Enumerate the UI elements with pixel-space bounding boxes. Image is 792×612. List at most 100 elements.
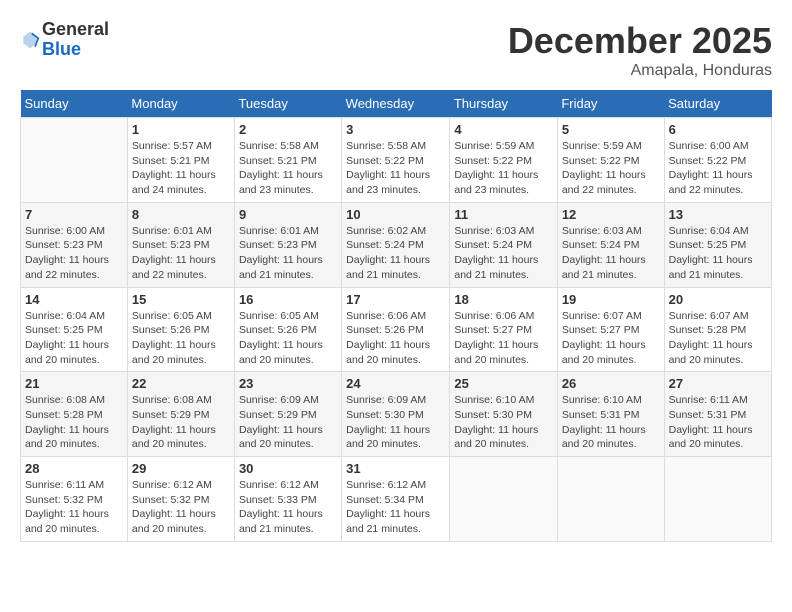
day-header-sunday: Sunday	[21, 90, 128, 118]
month-title: December 2025	[508, 20, 772, 62]
day-number: 4	[454, 122, 552, 137]
calendar-cell: 3 Sunrise: 5:58 AMSunset: 5:22 PMDaylight…	[342, 118, 450, 203]
logo-blue: Blue	[42, 40, 109, 60]
day-info: Sunrise: 6:08 AMSunset: 5:29 PMDaylight:…	[132, 393, 230, 452]
calendar-cell: 20 Sunrise: 6:07 AMSunset: 5:28 PMDayligh…	[664, 287, 771, 372]
calendar-cell: 13Sunrise: 6:04 AMSunset: 5:25 PMDayligh…	[664, 202, 771, 287]
calendar-cell: 17Sunrise: 6:06 AMSunset: 5:26 PMDayligh…	[342, 287, 450, 372]
day-info: Sunrise: 6:07 AMSunset: 5:28 PMDaylight:…	[669, 309, 767, 368]
calendar-cell: 6Sunrise: 6:00 AMSunset: 5:22 PMDaylight…	[664, 118, 771, 203]
calendar-cell	[21, 118, 128, 203]
day-info: Sunrise: 6:04 AMSunset: 5:25 PMDaylight:…	[669, 224, 767, 283]
calendar-cell: 31 Sunrise: 6:12 AMSunset: 5:34 PMDayligh…	[342, 457, 450, 542]
calendar-cell: 19 Sunrise: 6:07 AMSunset: 5:27 PMDayligh…	[557, 287, 664, 372]
calendar-cell: 16Sunrise: 6:05 AMSunset: 5:26 PMDayligh…	[234, 287, 341, 372]
day-header-saturday: Saturday	[664, 90, 771, 118]
day-info: Sunrise: 6:12 AMSunset: 5:34 PMDaylight:…	[346, 478, 445, 537]
calendar-cell: 21 Sunrise: 6:08 AMSunset: 5:28 PMDayligh…	[21, 372, 128, 457]
day-number: 29	[132, 461, 230, 476]
day-number: 3	[346, 122, 445, 137]
calendar-cell: 14Sunrise: 6:04 AMSunset: 5:25 PMDayligh…	[21, 287, 128, 372]
calendar-week-1: 7 Sunrise: 6:00 AMSunset: 5:23 PMDaylight…	[21, 202, 772, 287]
day-number: 7	[25, 207, 123, 222]
day-info: Sunrise: 6:10 AMSunset: 5:31 PMDaylight:…	[562, 393, 660, 452]
day-header-thursday: Thursday	[450, 90, 557, 118]
day-number: 25	[454, 376, 552, 391]
day-info: Sunrise: 5:58 AMSunset: 5:21 PMDaylight:…	[239, 139, 337, 198]
title-block: December 2025 Amapala, Honduras	[508, 20, 772, 80]
calendar-cell	[557, 457, 664, 542]
day-number: 31	[346, 461, 445, 476]
day-header-monday: Monday	[127, 90, 234, 118]
day-header-friday: Friday	[557, 90, 664, 118]
calendar-cell: 27Sunrise: 6:11 AMSunset: 5:31 PMDayligh…	[664, 372, 771, 457]
day-info: Sunrise: 6:06 AMSunset: 5:27 PMDaylight:…	[454, 309, 552, 368]
day-number: 28	[25, 461, 123, 476]
calendar-cell	[450, 457, 557, 542]
day-number: 5	[562, 122, 660, 137]
day-info: Sunrise: 6:05 AMSunset: 5:26 PMDaylight:…	[132, 309, 230, 368]
day-number: 2	[239, 122, 337, 137]
calendar-cell: 29 Sunrise: 6:12 AMSunset: 5:32 PMDayligh…	[127, 457, 234, 542]
logo-general: General	[42, 20, 109, 40]
calendar-cell: 5Sunrise: 5:59 AMSunset: 5:22 PMDaylight…	[557, 118, 664, 203]
calendar-cell: 30 Sunrise: 6:12 AMSunset: 5:33 PMDayligh…	[234, 457, 341, 542]
day-number: 19	[562, 292, 660, 307]
day-number: 15	[132, 292, 230, 307]
day-info: Sunrise: 6:12 AMSunset: 5:33 PMDaylight:…	[239, 478, 337, 537]
calendar-cell: 12 Sunrise: 6:03 AMSunset: 5:24 PMDayligh…	[557, 202, 664, 287]
day-info: Sunrise: 6:09 AMSunset: 5:30 PMDaylight:…	[346, 393, 445, 452]
day-info: Sunrise: 6:11 AMSunset: 5:31 PMDaylight:…	[669, 393, 767, 452]
day-info: Sunrise: 6:07 AMSunset: 5:27 PMDaylight:…	[562, 309, 660, 368]
calendar-cell: 15 Sunrise: 6:05 AMSunset: 5:26 PMDayligh…	[127, 287, 234, 372]
calendar-cell: 10Sunrise: 6:02 AMSunset: 5:24 PMDayligh…	[342, 202, 450, 287]
day-info: Sunrise: 6:10 AMSunset: 5:30 PMDaylight:…	[454, 393, 552, 452]
day-number: 11	[454, 207, 552, 222]
calendar-cell: 2 Sunrise: 5:58 AMSunset: 5:21 PMDaylight…	[234, 118, 341, 203]
day-number: 14	[25, 292, 123, 307]
calendar-cell: 1Sunrise: 5:57 AMSunset: 5:21 PMDaylight…	[127, 118, 234, 203]
logo-icon	[20, 30, 40, 50]
day-header-tuesday: Tuesday	[234, 90, 341, 118]
calendar-header-row: SundayMondayTuesdayWednesdayThursdayFrid…	[21, 90, 772, 118]
calendar-week-2: 14Sunrise: 6:04 AMSunset: 5:25 PMDayligh…	[21, 287, 772, 372]
day-info: Sunrise: 6:08 AMSunset: 5:28 PMDaylight:…	[25, 393, 123, 452]
day-number: 20	[669, 292, 767, 307]
day-info: Sunrise: 6:00 AMSunset: 5:23 PMDaylight:…	[25, 224, 123, 283]
calendar-cell: 23Sunrise: 6:09 AMSunset: 5:29 PMDayligh…	[234, 372, 341, 457]
calendar-cell: 18 Sunrise: 6:06 AMSunset: 5:27 PMDayligh…	[450, 287, 557, 372]
day-number: 12	[562, 207, 660, 222]
day-number: 24	[346, 376, 445, 391]
calendar-cell: 28Sunrise: 6:11 AMSunset: 5:32 PMDayligh…	[21, 457, 128, 542]
calendar-week-3: 21 Sunrise: 6:08 AMSunset: 5:28 PMDayligh…	[21, 372, 772, 457]
day-info: Sunrise: 5:58 AMSunset: 5:22 PMDaylight:…	[346, 139, 445, 198]
day-info: Sunrise: 6:03 AMSunset: 5:24 PMDaylight:…	[562, 224, 660, 283]
calendar-cell: 7 Sunrise: 6:00 AMSunset: 5:23 PMDaylight…	[21, 202, 128, 287]
calendar-cell: 26 Sunrise: 6:10 AMSunset: 5:31 PMDayligh…	[557, 372, 664, 457]
day-info: Sunrise: 6:01 AMSunset: 5:23 PMDaylight:…	[239, 224, 337, 283]
calendar-cell: 9 Sunrise: 6:01 AMSunset: 5:23 PMDaylight…	[234, 202, 341, 287]
logo: General Blue	[20, 20, 109, 60]
calendar-cell: 8Sunrise: 6:01 AMSunset: 5:23 PMDaylight…	[127, 202, 234, 287]
day-info: Sunrise: 5:59 AMSunset: 5:22 PMDaylight:…	[454, 139, 552, 198]
day-number: 18	[454, 292, 552, 307]
calendar-week-0: 1Sunrise: 5:57 AMSunset: 5:21 PMDaylight…	[21, 118, 772, 203]
day-info: Sunrise: 6:12 AMSunset: 5:32 PMDaylight:…	[132, 478, 230, 537]
day-number: 26	[562, 376, 660, 391]
location: Amapala, Honduras	[508, 62, 772, 80]
day-number: 22	[132, 376, 230, 391]
day-info: Sunrise: 6:03 AMSunset: 5:24 PMDaylight:…	[454, 224, 552, 283]
day-number: 30	[239, 461, 337, 476]
calendar-cell	[664, 457, 771, 542]
day-number: 9	[239, 207, 337, 222]
calendar-cell: 25 Sunrise: 6:10 AMSunset: 5:30 PMDayligh…	[450, 372, 557, 457]
calendar-cell: 24 Sunrise: 6:09 AMSunset: 5:30 PMDayligh…	[342, 372, 450, 457]
day-info: Sunrise: 6:00 AMSunset: 5:22 PMDaylight:…	[669, 139, 767, 198]
calendar-week-4: 28Sunrise: 6:11 AMSunset: 5:32 PMDayligh…	[21, 457, 772, 542]
logo-text: General Blue	[42, 20, 109, 60]
day-number: 10	[346, 207, 445, 222]
calendar-table: SundayMondayTuesdayWednesdayThursdayFrid…	[20, 90, 772, 542]
day-number: 16	[239, 292, 337, 307]
day-number: 23	[239, 376, 337, 391]
day-number: 21	[25, 376, 123, 391]
